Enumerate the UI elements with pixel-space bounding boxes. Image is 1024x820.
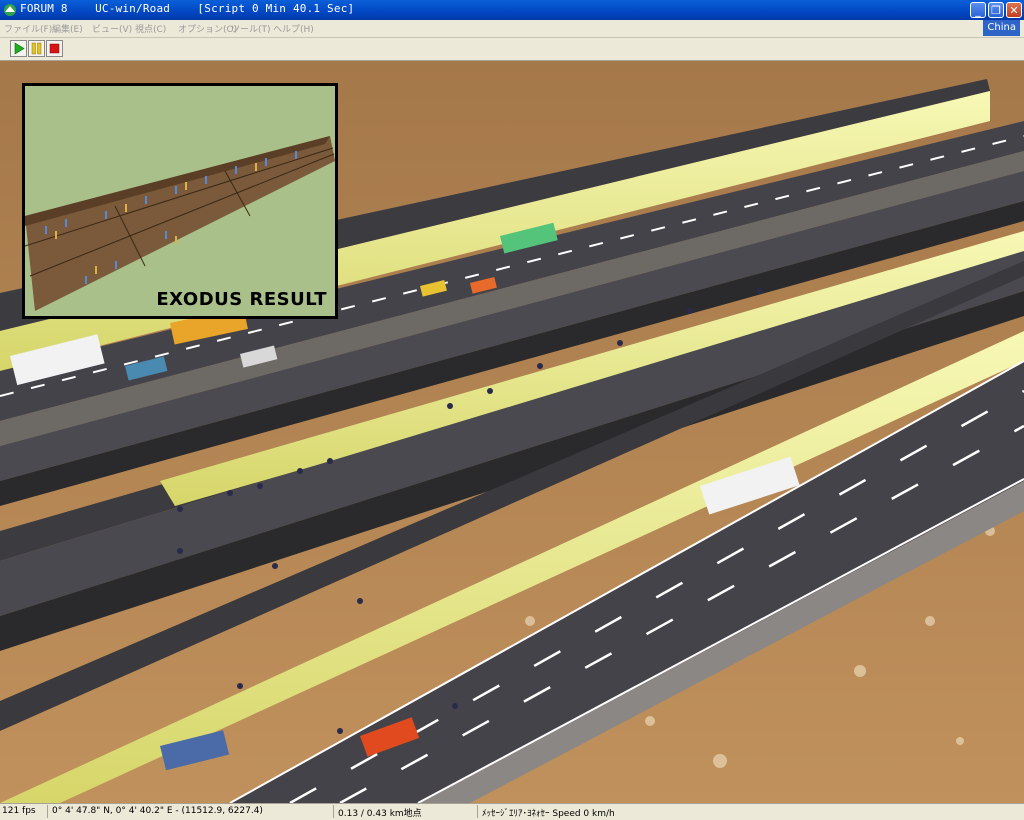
- stop-button[interactable]: [46, 40, 63, 57]
- restore-icon: ❐: [991, 4, 1001, 17]
- distance-readout: 0.13 / 0.43 km地点: [338, 809, 422, 819]
- coordinates-readout: 0° 4' 47.8" N, 0° 4' 40.2" E - (11512.9,…: [52, 806, 263, 816]
- restore-button[interactable]: ❐: [988, 2, 1004, 18]
- script-time: [Script 0 Min 40.1 Sec]: [197, 2, 355, 15]
- play-icon: [14, 42, 25, 55]
- status-separator: [47, 805, 48, 818]
- 3d-viewport[interactable]: EXODUS RESULT: [0, 61, 1024, 803]
- window-title: FORUM 8 UC-win/Road [Script 0 Min 40.1 S…: [20, 2, 354, 15]
- menu-file[interactable]: ファイル(F): [4, 22, 52, 35]
- forum8-logo-icon: [4, 4, 16, 16]
- title-bar: FORUM 8 UC-win/Road [Script 0 Min 40.1 S…: [0, 0, 1024, 20]
- menu-help[interactable]: ヘルプ(H): [273, 22, 314, 35]
- speed-readout: ﾒｯｾｰｼﾞｴﾘｱ･ﾖﾈｫｾｰ Speed 0 km/h: [482, 809, 615, 819]
- close-icon: ✕: [1009, 4, 1019, 17]
- menu-view[interactable]: ビュー(V): [92, 22, 132, 35]
- product-name: UC-win/Road: [95, 2, 171, 15]
- status-separator: [333, 805, 334, 818]
- status-bar: 121 fps 0° 4' 47.8" N, 0° 4' 40.2" E - (…: [0, 803, 1024, 820]
- menu-options[interactable]: オプション(O): [178, 22, 237, 35]
- region-badge[interactable]: China: [983, 20, 1020, 36]
- minimize-button[interactable]: _: [970, 2, 986, 18]
- play-button[interactable]: [10, 40, 27, 57]
- menu-tools[interactable]: ツール(T): [231, 22, 271, 35]
- status-separator: [477, 805, 478, 818]
- close-button[interactable]: ✕: [1006, 2, 1022, 18]
- exodus-result-inset: EXODUS RESULT: [22, 83, 338, 319]
- minimize-icon: _: [975, 4, 981, 17]
- menu-camera[interactable]: 視点(C): [135, 22, 166, 35]
- exodus-result-label: EXODUS RESULT: [156, 289, 327, 310]
- menu-bar: ファイル(F) 編集(E) ビュー(V) 視点(C) オプション(O) ツール(…: [0, 20, 1024, 38]
- pause-button[interactable]: [28, 40, 45, 57]
- pause-icon: [31, 42, 42, 55]
- stop-icon: [49, 43, 60, 54]
- toolbar: [0, 38, 1024, 61]
- menu-edit[interactable]: 編集(E): [52, 22, 83, 35]
- fps-readout: 121 fps: [2, 806, 36, 816]
- app-name: FORUM 8: [20, 2, 68, 15]
- exodus-simulation-view: [25, 136, 335, 311]
